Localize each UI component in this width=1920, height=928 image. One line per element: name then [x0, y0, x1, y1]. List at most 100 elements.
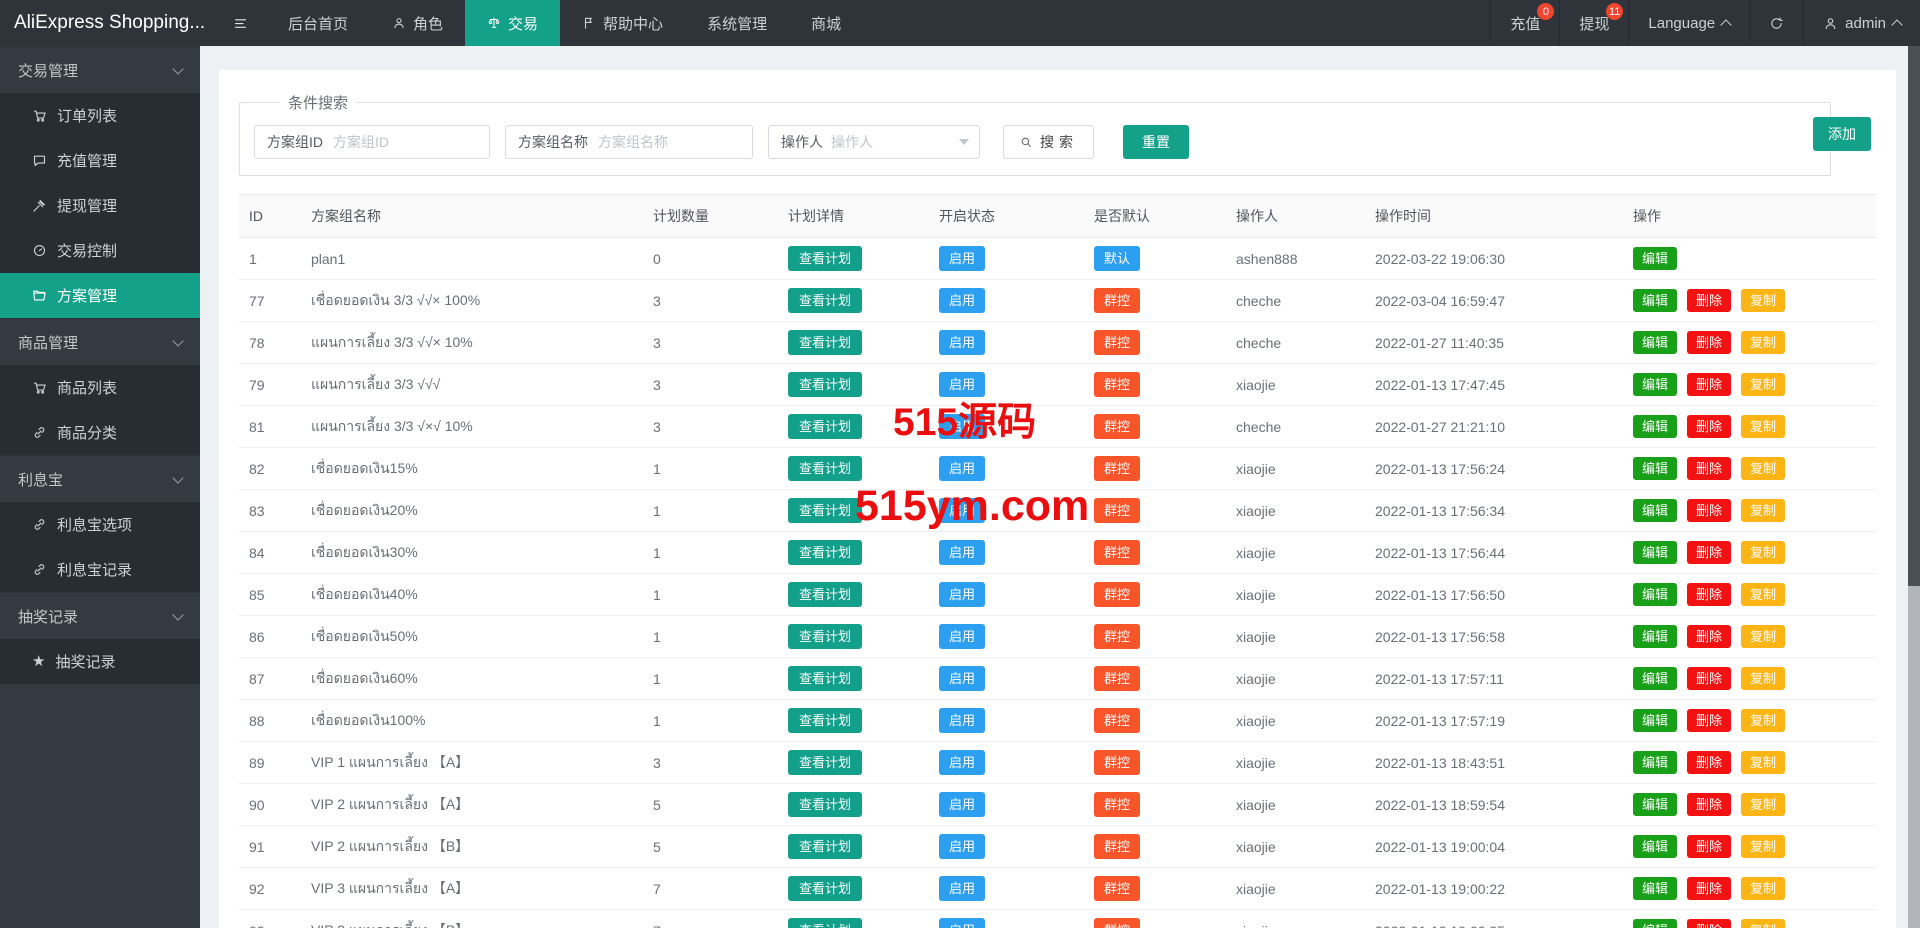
edit-button[interactable]: 编辑	[1633, 331, 1678, 354]
enable-status-badge[interactable]: 启用	[939, 540, 986, 565]
view-plan-button[interactable]: 查看计划	[788, 246, 863, 271]
sidebar-group[interactable]: 交易管理	[0, 46, 200, 93]
delete-button[interactable]: 删除	[1687, 583, 1732, 606]
copy-button[interactable]: 复制	[1741, 373, 1786, 396]
topnav-item[interactable]: 商城	[789, 0, 863, 46]
refresh-button[interactable]	[1749, 0, 1803, 46]
copy-button[interactable]: 复制	[1741, 583, 1786, 606]
enable-status-badge[interactable]: 启用	[939, 876, 986, 901]
copy-button[interactable]: 复制	[1741, 919, 1786, 928]
delete-button[interactable]: 删除	[1687, 289, 1732, 312]
default-type-badge[interactable]: 群控	[1094, 372, 1141, 397]
edit-button[interactable]: 编辑	[1633, 583, 1678, 606]
default-type-badge[interactable]: 群控	[1094, 666, 1141, 691]
default-type-badge[interactable]: 群控	[1094, 414, 1141, 439]
enable-status-badge[interactable]: 启用	[939, 288, 986, 313]
edit-button[interactable]: 编辑	[1633, 835, 1678, 858]
edit-button[interactable]: 编辑	[1633, 289, 1678, 312]
delete-button[interactable]: 删除	[1687, 877, 1732, 900]
copy-button[interactable]: 复制	[1741, 751, 1786, 774]
delete-button[interactable]: 删除	[1687, 751, 1732, 774]
delete-button[interactable]: 删除	[1687, 835, 1732, 858]
enable-status-badge[interactable]: 启用	[939, 750, 986, 775]
view-plan-button[interactable]: 查看计划	[788, 288, 863, 313]
edit-button[interactable]: 编辑	[1633, 625, 1678, 648]
sidebar-item[interactable]: 交易控制	[0, 228, 200, 273]
default-type-badge[interactable]: 群控	[1094, 498, 1141, 523]
scrollbar-thumb[interactable]	[1908, 46, 1920, 586]
enable-status-badge[interactable]: 启用	[939, 498, 986, 523]
default-type-badge[interactable]: 群控	[1094, 330, 1141, 355]
enable-status-badge[interactable]: 启用	[939, 372, 986, 397]
sidebar-toggle[interactable]	[214, 0, 266, 46]
view-plan-button[interactable]: 查看计划	[788, 456, 863, 481]
view-plan-button[interactable]: 查看计划	[788, 876, 863, 901]
view-plan-button[interactable]: 查看计划	[788, 624, 863, 649]
default-type-badge[interactable]: 群控	[1094, 540, 1141, 565]
operator-select[interactable]: 操作人 操作人	[768, 125, 980, 159]
topnav-item[interactable]: 帮助中心	[560, 0, 685, 46]
withdraw-button[interactable]: 提现 11	[1559, 0, 1628, 46]
language-dropdown[interactable]: Language	[1628, 0, 1749, 46]
copy-button[interactable]: 复制	[1741, 667, 1786, 690]
copy-button[interactable]: 复制	[1741, 625, 1786, 648]
edit-button[interactable]: 编辑	[1633, 877, 1678, 900]
add-button[interactable]: 添加	[1813, 117, 1871, 151]
reset-button[interactable]: 重置	[1123, 125, 1189, 159]
view-plan-button[interactable]: 查看计划	[788, 582, 863, 607]
sidebar-item[interactable]: 方案管理	[0, 273, 200, 318]
enable-status-badge[interactable]: 启用	[939, 792, 986, 817]
view-plan-button[interactable]: 查看计划	[788, 498, 863, 523]
edit-button[interactable]: 编辑	[1633, 919, 1678, 928]
delete-button[interactable]: 删除	[1687, 331, 1732, 354]
enable-status-badge[interactable]: 启用	[939, 624, 986, 649]
edit-button[interactable]: 编辑	[1633, 373, 1678, 396]
delete-button[interactable]: 删除	[1687, 457, 1732, 480]
default-type-badge[interactable]: 群控	[1094, 750, 1141, 775]
default-type-badge[interactable]: 群控	[1094, 582, 1141, 607]
enable-status-badge[interactable]: 启用	[939, 708, 986, 733]
view-plan-button[interactable]: 查看计划	[788, 666, 863, 691]
default-type-badge[interactable]: 群控	[1094, 624, 1141, 649]
copy-button[interactable]: 复制	[1741, 415, 1786, 438]
copy-button[interactable]: 复制	[1741, 499, 1786, 522]
edit-button[interactable]: 编辑	[1633, 415, 1678, 438]
edit-button[interactable]: 编辑	[1633, 667, 1678, 690]
default-type-badge[interactable]: 群控	[1094, 708, 1141, 733]
operator-select-value[interactable]: 操作人	[831, 132, 951, 152]
enable-status-badge[interactable]: 启用	[939, 414, 986, 439]
edit-button[interactable]: 编辑	[1633, 499, 1678, 522]
delete-button[interactable]: 删除	[1687, 793, 1732, 816]
search-button[interactable]: 搜索	[1003, 125, 1094, 159]
delete-button[interactable]: 删除	[1687, 373, 1732, 396]
copy-button[interactable]: 复制	[1741, 289, 1786, 312]
delete-button[interactable]: 删除	[1687, 919, 1732, 928]
enable-status-badge[interactable]: 启用	[939, 456, 986, 481]
delete-button[interactable]: 删除	[1687, 625, 1732, 648]
view-plan-button[interactable]: 查看计划	[788, 834, 863, 859]
default-type-badge[interactable]: 群控	[1094, 792, 1141, 817]
sidebar-item[interactable]: 商品列表	[0, 365, 200, 410]
sidebar-item[interactable]: 提现管理	[0, 183, 200, 228]
copy-button[interactable]: 复制	[1741, 541, 1786, 564]
view-plan-button[interactable]: 查看计划	[788, 540, 863, 565]
edit-button[interactable]: 编辑	[1633, 247, 1678, 270]
sidebar-item[interactable]: 利息宝选项	[0, 502, 200, 547]
delete-button[interactable]: 删除	[1687, 415, 1732, 438]
edit-button[interactable]: 编辑	[1633, 709, 1678, 732]
scrollbar[interactable]	[1908, 46, 1920, 928]
delete-button[interactable]: 删除	[1687, 499, 1732, 522]
delete-button[interactable]: 删除	[1687, 709, 1732, 732]
sidebar-item[interactable]: 商品分类	[0, 410, 200, 455]
delete-button[interactable]: 删除	[1687, 667, 1732, 690]
enable-status-badge[interactable]: 启用	[939, 918, 986, 928]
sidebar-item[interactable]: 充值管理	[0, 138, 200, 183]
enable-status-badge[interactable]: 启用	[939, 834, 986, 859]
enable-status-badge[interactable]: 启用	[939, 330, 986, 355]
default-type-badge[interactable]: 群控	[1094, 876, 1141, 901]
view-plan-button[interactable]: 查看计划	[788, 414, 863, 439]
edit-button[interactable]: 编辑	[1633, 457, 1678, 480]
default-type-badge[interactable]: 群控	[1094, 834, 1141, 859]
view-plan-button[interactable]: 查看计划	[788, 792, 863, 817]
edit-button[interactable]: 编辑	[1633, 793, 1678, 816]
